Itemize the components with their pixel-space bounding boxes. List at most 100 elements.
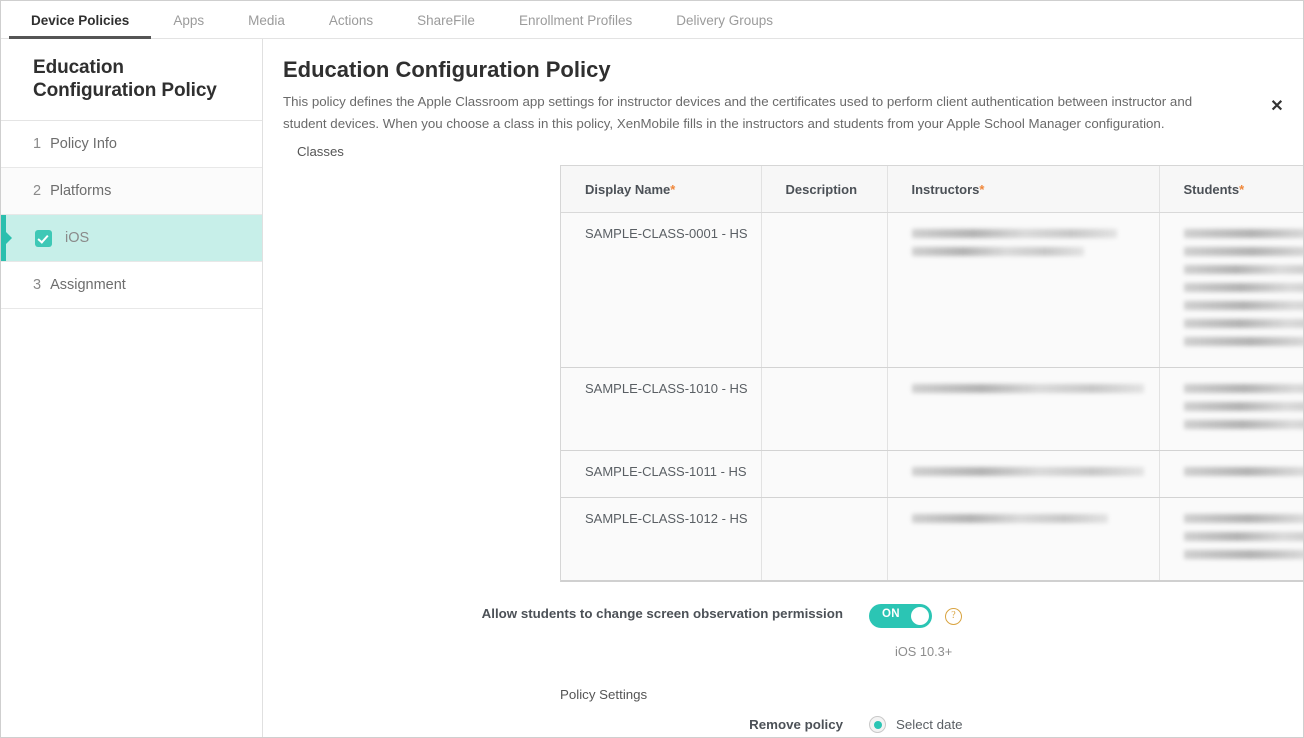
cell-instructors <box>887 368 1159 451</box>
cell-description <box>761 498 887 581</box>
tab-label: Actions <box>329 13 373 28</box>
step-number: 1 <box>33 136 41 152</box>
redacted-text-line <box>1184 532 1304 541</box>
os-requirement-note: iOS 10.3+ <box>895 644 1303 659</box>
tab-apps[interactable]: Apps <box>151 13 226 39</box>
classes-table-body: SAMPLE-CLASS-0001 - HS <box>561 213 1303 581</box>
classes-section-label: Classes <box>263 134 1303 165</box>
cell-instructors <box>887 451 1159 498</box>
redacted-text-line <box>1184 420 1304 429</box>
column-header-instructors[interactable]: Instructors* <box>887 166 1159 213</box>
step-number: 3 <box>33 277 41 293</box>
tab-delivery-groups[interactable]: Delivery Groups <box>654 13 795 39</box>
help-icon[interactable]: ? <box>945 608 962 625</box>
cell-students <box>1159 213 1303 368</box>
screen-observation-label: Allow students to change screen observat… <box>263 604 869 623</box>
page-title: Education Configuration Policy <box>263 39 1303 84</box>
tab-label: Media <box>248 13 285 28</box>
cell-description <box>761 451 887 498</box>
classes-table: Display Name* Description Instructors* S… <box>561 166 1303 580</box>
tab-sharefile[interactable]: ShareFile <box>395 13 497 39</box>
close-icon[interactable]: ✕ <box>1267 97 1287 117</box>
column-label: Display Name <box>585 182 670 197</box>
tab-media[interactable]: Media <box>226 13 307 39</box>
tab-enrollment-profiles[interactable]: Enrollment Profiles <box>497 13 654 39</box>
active-indicator-arrow-icon <box>1 215 6 261</box>
cell-description <box>761 213 887 368</box>
cell-instructors <box>887 498 1159 581</box>
remove-policy-row: Remove policy Select date <box>263 716 1303 733</box>
redacted-text-line <box>1184 301 1304 310</box>
redacted-text-line <box>912 229 1117 238</box>
sidebar-item-assignment[interactable]: 3 Assignment <box>1 262 262 309</box>
redacted-text-line <box>1184 402 1304 411</box>
redacted-text-line <box>1184 247 1304 256</box>
column-header-display-name[interactable]: Display Name* <box>561 166 761 213</box>
wizard-sidebar: Education Configuration Policy 1 Policy … <box>1 39 263 738</box>
remove-policy-label: Remove policy <box>263 717 869 732</box>
cell-students <box>1159 498 1303 581</box>
table-row[interactable]: SAMPLE-CLASS-1010 - HS <box>561 368 1303 451</box>
tab-label: ShareFile <box>417 13 475 28</box>
sidebar-item-label: Platforms <box>50 183 111 199</box>
required-asterisk: * <box>1239 182 1244 197</box>
cell-students <box>1159 451 1303 498</box>
top-tab-bar: Device Policies Apps Media Actions Share… <box>1 1 1303 39</box>
column-label: Students <box>1184 182 1240 197</box>
content-body: Education Configuration Policy 1 Policy … <box>1 39 1303 738</box>
required-asterisk: * <box>670 182 675 197</box>
radio-select-date-label: Select date <box>896 717 963 732</box>
cell-display-name: SAMPLE-CLASS-1010 - HS <box>561 368 761 451</box>
table-row[interactable]: SAMPLE-CLASS-0001 - HS <box>561 213 1303 368</box>
cell-students <box>1159 368 1303 451</box>
redacted-text-line <box>1184 337 1304 346</box>
screen-observation-toggle[interactable]: ON <box>869 604 932 628</box>
toggle-state-label: ON <box>882 608 900 620</box>
table-row[interactable]: SAMPLE-CLASS-1012 - HS <box>561 498 1303 581</box>
redacted-text-line <box>1184 514 1304 523</box>
cell-display-name: SAMPLE-CLASS-1012 - HS <box>561 498 761 581</box>
column-label: Instructors <box>912 182 980 197</box>
tab-label: Device Policies <box>31 13 129 28</box>
tab-actions[interactable]: Actions <box>307 13 395 39</box>
sidebar-item-platforms[interactable]: 2 Platforms <box>1 168 262 215</box>
column-header-students[interactable]: Students* <box>1159 166 1303 213</box>
cell-instructors <box>887 213 1159 368</box>
cell-display-name: SAMPLE-CLASS-0001 - HS <box>561 213 761 368</box>
cell-display-name: SAMPLE-CLASS-1011 - HS <box>561 451 761 498</box>
tab-device-policies[interactable]: Device Policies <box>9 13 151 39</box>
sidebar-item-ios[interactable]: iOS <box>1 215 262 262</box>
sidebar-item-label: Assignment <box>50 277 126 293</box>
redacted-text-line <box>1184 229 1304 238</box>
table-header-row: Display Name* Description Instructors* S… <box>561 166 1303 213</box>
table-row[interactable]: SAMPLE-CLASS-1011 - HS <box>561 451 1303 498</box>
radio-select-date[interactable] <box>869 716 886 733</box>
checkbox-checked-icon[interactable] <box>35 230 52 247</box>
screen-observation-field: Allow students to change screen observat… <box>263 604 1303 628</box>
cell-description <box>761 368 887 451</box>
redacted-text-line <box>1184 319 1304 328</box>
redacted-text-line <box>912 514 1108 523</box>
column-header-description[interactable]: Description <box>761 166 887 213</box>
column-label: Description <box>786 182 858 197</box>
toggle-knob <box>911 607 929 625</box>
redacted-text-line <box>912 467 1144 476</box>
redacted-text-line <box>1184 384 1304 393</box>
redacted-text-line <box>1184 265 1304 274</box>
step-number: 2 <box>33 183 41 199</box>
tab-label: Apps <box>173 13 204 28</box>
redacted-text-line <box>1184 283 1304 292</box>
sidebar-item-policy-info[interactable]: 1 Policy Info <box>1 121 262 168</box>
tab-label: Delivery Groups <box>676 13 773 28</box>
page-description: This policy defines the Apple Classroom … <box>263 84 1263 134</box>
sidebar-item-label: Policy Info <box>50 136 117 152</box>
sidebar-item-label: iOS <box>65 230 89 246</box>
sidebar-title: Education Configuration Policy <box>1 39 262 121</box>
redacted-text-line <box>1184 467 1304 476</box>
policy-settings-heading: Policy Settings <box>560 687 1303 702</box>
main-panel: ✕ Education Configuration Policy This po… <box>263 39 1303 738</box>
tab-label: Enrollment Profiles <box>519 13 632 28</box>
redacted-text-line <box>1184 550 1304 559</box>
xenmobile-policy-window: Device Policies Apps Media Actions Share… <box>0 0 1304 738</box>
redacted-text-line <box>912 384 1144 393</box>
